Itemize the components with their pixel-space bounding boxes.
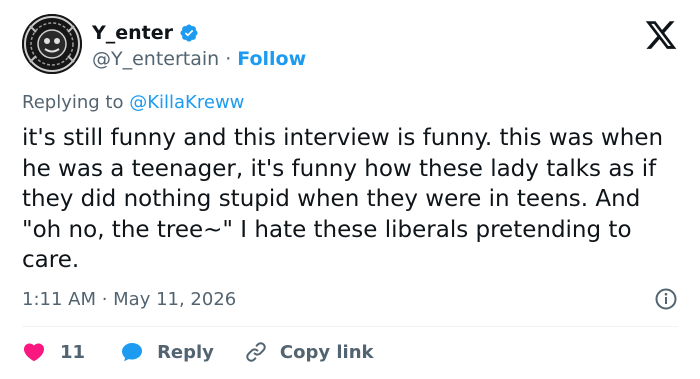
tweet-header: Y_enter @Y_entertain · Follow bbox=[22, 14, 678, 78]
divider bbox=[22, 326, 678, 327]
reply-label: Reply bbox=[157, 341, 214, 363]
follow-button[interactable]: Follow bbox=[237, 48, 306, 70]
handle-row: @Y_entertain · Follow bbox=[92, 48, 306, 70]
copy-link-button[interactable]: Copy link bbox=[244, 340, 374, 364]
tweet-timestamp[interactable]: 1:11 AM · May 11, 2026 bbox=[22, 289, 236, 310]
avatar[interactable] bbox=[22, 14, 82, 74]
heart-icon bbox=[23, 343, 45, 362]
reply-context: Replying to @KillaKreww bbox=[22, 92, 244, 113]
author-handle[interactable]: @Y_entertain bbox=[92, 48, 219, 70]
reply-prefix: Replying to bbox=[22, 92, 124, 113]
speech-bubble-icon bbox=[122, 343, 143, 362]
info-icon[interactable] bbox=[654, 287, 678, 311]
display-name-row: Y_enter bbox=[92, 20, 306, 46]
display-name[interactable]: Y_enter bbox=[92, 22, 173, 44]
avatar-image bbox=[22, 14, 82, 74]
verified-badge-icon bbox=[180, 24, 198, 42]
separator-dot: · bbox=[225, 48, 232, 70]
copy-link-label: Copy link bbox=[279, 341, 374, 363]
tweet-text: it's still funny and this interview is f… bbox=[22, 125, 664, 273]
link-icon bbox=[246, 342, 266, 362]
author-names: Y_enter @Y_entertain · Follow bbox=[92, 20, 306, 70]
like-button[interactable]: 11 bbox=[22, 340, 85, 364]
reply-to-handle[interactable]: @KillaKreww bbox=[129, 92, 244, 113]
action-bar: 11 Reply Copy link bbox=[22, 338, 374, 366]
like-count: 11 bbox=[60, 341, 86, 363]
reply-button[interactable]: Reply bbox=[119, 340, 214, 364]
x-logo-icon[interactable] bbox=[644, 18, 678, 52]
